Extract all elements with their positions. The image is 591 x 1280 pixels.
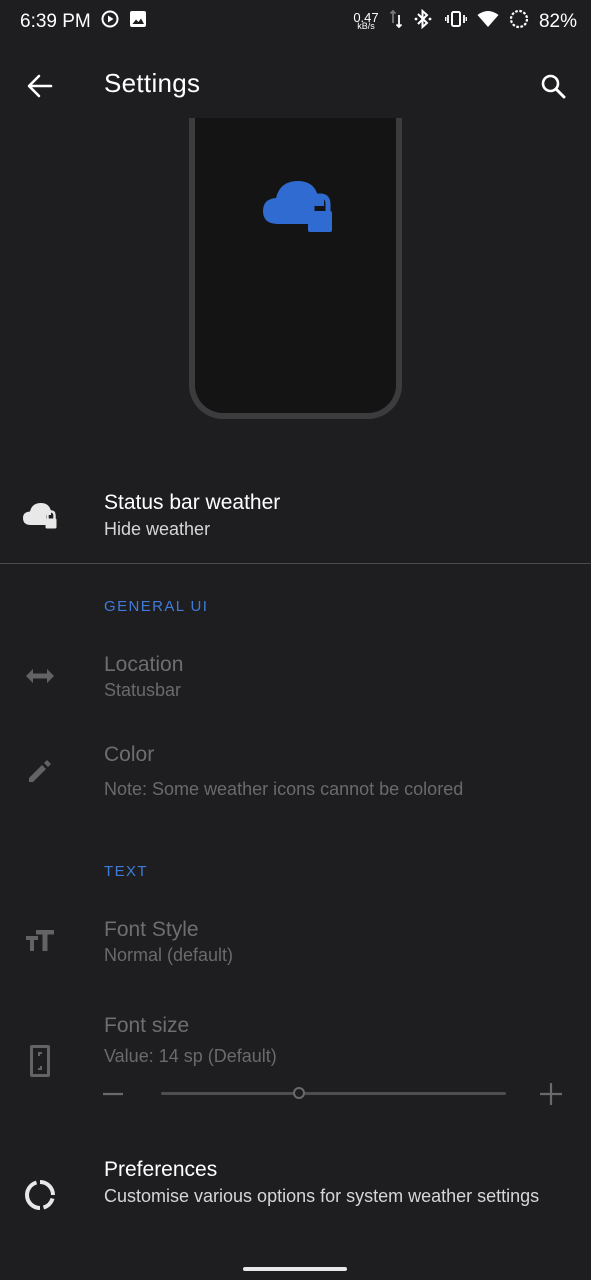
minus-icon [103, 1092, 123, 1096]
font-style-title: Font Style [104, 918, 199, 941]
wifi-icon [477, 10, 499, 34]
divider [0, 563, 591, 564]
pencil-icon [22, 753, 58, 789]
preferences-subtitle: Customise various options for system wea… [104, 1186, 540, 1206]
section-header-text: TEXT [104, 863, 148, 880]
screen-resize-icon [22, 1043, 58, 1079]
vibrate-icon [444, 9, 468, 35]
data-transfer-icon [389, 9, 403, 35]
color-subtitle: Note: Some weather icons cannot be color… [104, 779, 464, 799]
status-bar-left: 6:39 PM [20, 10, 147, 34]
font-style-setting-row[interactable]: Font Style Normal (default) [0, 906, 591, 986]
statusbar-preview [189, 118, 402, 419]
plus-icon [540, 1083, 562, 1105]
font-style-subtitle: Normal (default) [104, 945, 234, 965]
location-title: Location [104, 653, 184, 676]
cloud-lock-icon [22, 498, 58, 534]
search-icon [541, 74, 566, 99]
location-subtitle: Statusbar [104, 680, 182, 700]
font-size-subtitle: Value: 14 sp (Default) [104, 1046, 277, 1066]
font-size-setting-row: Font size Value: 14 sp (Default) [0, 1002, 591, 1122]
cloud-lock-icon [260, 176, 336, 245]
preferences-row[interactable]: Preferences Customise various options fo… [0, 1150, 591, 1250]
system-status-bar: 6:39 PM 0.47 kB/s 82% [0, 0, 591, 44]
status-bar-weather-title: Status bar weather [104, 491, 281, 514]
text-fields-icon [22, 922, 58, 958]
battery-saver-icon [509, 9, 529, 35]
font-size-title: Font size [104, 1014, 190, 1037]
decrease-font-size-button[interactable] [102, 1086, 124, 1108]
increase-font-size-button[interactable] [538, 1081, 564, 1107]
battery-percentage: 82% [538, 11, 577, 32]
app-bar: Settings [0, 44, 591, 124]
page-title: Settings [104, 68, 201, 98]
home-indicator[interactable] [243, 1267, 347, 1271]
status-bar-weather-subtitle: Hide weather [104, 519, 211, 539]
horizontal-arrows-icon [22, 658, 58, 694]
back-button[interactable] [22, 68, 58, 104]
media-icon [101, 10, 119, 34]
color-title: Color [104, 743, 155, 766]
section-header-general-ui: GENERAL UI [104, 598, 209, 615]
preferences-title: Preferences [104, 1158, 218, 1181]
location-setting-row[interactable]: Location Statusbar [0, 640, 591, 720]
font-size-slider-track[interactable] [161, 1092, 506, 1095]
bluetooth-icon [413, 8, 435, 35]
network-speed-unit: kB/s [357, 21, 375, 31]
network-speed: 0.47 kB/s [353, 11, 379, 31]
status-bar-right: 0.47 kB/s 82% [353, 8, 577, 35]
clock: 6:39 PM [20, 11, 91, 32]
status-bar-weather-row[interactable]: Status bar weather Hide weather [0, 480, 591, 560]
gallery-icon [129, 10, 147, 34]
arrow-back-icon [27, 74, 53, 98]
font-size-slider-thumb[interactable] [293, 1087, 305, 1099]
loading-circle-icon [22, 1177, 58, 1213]
color-setting-row[interactable]: Color Note: Some weather icons cannot be… [0, 730, 591, 830]
search-button[interactable] [533, 66, 573, 106]
